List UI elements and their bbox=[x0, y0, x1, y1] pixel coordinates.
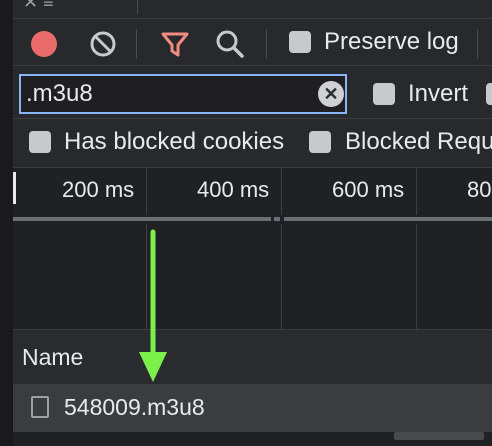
tab-strip: ✕ ≡ bbox=[13, 0, 492, 19]
has-blocked-cookies-checkbox[interactable] bbox=[29, 131, 51, 153]
invert-checkbox[interactable] bbox=[373, 83, 395, 105]
timeline-left-handle[interactable] bbox=[13, 172, 16, 204]
time-tick: 600 ms bbox=[332, 177, 405, 202]
overview-bar bbox=[274, 217, 280, 221]
search-icon[interactable] bbox=[214, 28, 246, 60]
filter-funnel-icon[interactable] bbox=[160, 29, 190, 59]
preserve-log-label: Preserve log bbox=[324, 28, 459, 55]
next-checkbox[interactable] bbox=[486, 83, 492, 105]
has-blocked-cookies-label: Has blocked cookies bbox=[64, 128, 285, 155]
tab-icon[interactable]: ✕ ≡ bbox=[23, 0, 54, 13]
separator bbox=[266, 29, 267, 59]
grid-line bbox=[146, 168, 147, 215]
grid-line bbox=[416, 224, 417, 329]
time-tick: 80 bbox=[467, 177, 492, 202]
panel-left-edge bbox=[0, 0, 14, 446]
preserve-log-checkbox[interactable] bbox=[289, 31, 311, 53]
blocked-requests-checkbox[interactable] bbox=[309, 131, 331, 153]
overview-bar bbox=[13, 217, 271, 221]
table-header[interactable] bbox=[13, 329, 492, 385]
blocked-requests-label: Blocked Requ bbox=[345, 128, 492, 155]
name-column-header[interactable]: Name bbox=[22, 344, 83, 371]
filter-input-value: .m3u8 bbox=[26, 80, 93, 107]
watermark-logo bbox=[394, 432, 484, 440]
time-tick: 400 ms bbox=[197, 177, 270, 202]
grid-line bbox=[281, 224, 282, 329]
document-icon bbox=[31, 396, 49, 418]
separator bbox=[136, 29, 137, 59]
clear-icon[interactable] bbox=[89, 30, 117, 58]
grid-line bbox=[281, 168, 282, 215]
separator bbox=[137, 0, 138, 14]
invert-label: Invert bbox=[408, 80, 469, 107]
grid-line bbox=[416, 168, 417, 215]
clear-filter-icon[interactable]: ✕ bbox=[318, 81, 344, 107]
record-button[interactable] bbox=[31, 31, 57, 57]
time-tick: 200 ms bbox=[62, 177, 135, 202]
separator bbox=[477, 29, 478, 59]
overview-bar bbox=[284, 217, 492, 221]
annotation-arrow bbox=[139, 229, 167, 382]
request-name: 548009.m3u8 bbox=[64, 394, 205, 420]
